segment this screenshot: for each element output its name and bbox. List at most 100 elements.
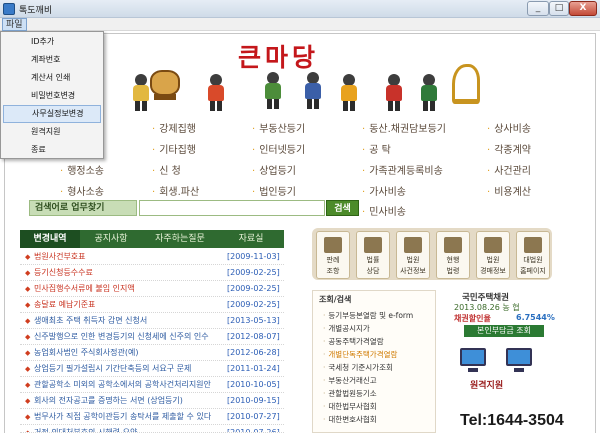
lookup-item[interactable]: · 대한법무사협회 — [323, 401, 377, 412]
list-item[interactable]: ◆ 신주발행으로 인한 변경등기의 신청세에 신주의 인수 [2012-08-07] — [20, 329, 284, 345]
lookup-item[interactable]: · 등기부등본열람 및 e-form — [323, 310, 413, 321]
category-item[interactable]: · 상업등기 — [252, 162, 296, 177]
list-item[interactable]: ◆ 법원사건부호표 [2009-11-03] — [20, 249, 284, 265]
menu-item-change-password[interactable]: 비밀번호변경 — [3, 87, 101, 105]
list-item[interactable]: ◆ 생애최초 주택 취득자 감면 신청서 [2013-05-13] — [20, 313, 284, 329]
category-item[interactable]: · 각종계약 — [487, 141, 531, 156]
category-item[interactable]: · 법인등기 — [252, 183, 296, 198]
harp-icon — [452, 64, 480, 104]
book-icon — [444, 237, 462, 253]
remote-support-widget[interactable]: 원격지원 — [456, 344, 546, 392]
monitor-icon — [506, 348, 532, 366]
service-court-case[interactable]: 법원 사건정보 — [396, 231, 430, 279]
remote-support-label: 원격지원 — [470, 381, 504, 391]
building-icon — [524, 237, 542, 253]
search-label: 검색어로 업무찾기 — [29, 200, 137, 216]
category-item[interactable]: · 형사소송 — [60, 183, 104, 198]
bond-rate-label: 채권할인율 — [454, 314, 491, 323]
category-item[interactable]: · 상사비송 — [487, 120, 531, 135]
figure-1 — [130, 74, 152, 112]
category-item[interactable]: · 민사비송 — [362, 203, 406, 218]
lookup-panel: 조회/검색 · 등기부등본열람 및 e-form · 개별공시지가 · 공동주택가격열… — [312, 290, 436, 433]
lookup-item[interactable]: · 국세청 기준시가조회 — [323, 362, 393, 373]
service-auction-info[interactable]: 법원 경매정보 — [476, 231, 510, 279]
service-supreme-court[interactable]: 대법원 홈페이지 — [516, 231, 550, 279]
tab-resources[interactable]: 자료실 — [218, 230, 284, 248]
maximize-button[interactable]: □ — [549, 1, 569, 16]
figure-6 — [383, 74, 405, 112]
list-item[interactable]: ◆ 회사의 전자공고를 증명하는 서면 (상업등기) [2010-09-15] — [20, 393, 284, 409]
category-item[interactable]: · 동산.채권담보등기 — [362, 120, 446, 135]
service-shortcuts: 판례 조항 법률 상담 법원 사건정보 현행 법령 법원 경매정보 대법원 홈페이지 — [312, 228, 552, 280]
news-list: ◆ 법원사건부호표 [2009-11-03] ◆ 등기신청등수수료 [2009-02-2… — [20, 249, 284, 433]
category-item[interactable]: · 부동산등기 — [252, 120, 305, 135]
phone-number: Tel:1644-3504 — [460, 412, 564, 429]
menu-item-account-number[interactable]: 계좌번호 — [3, 51, 101, 69]
bond-panel: 국민주택채권 2013.08.26 농 협 채권할인율 6.7544% 본인부담… — [452, 291, 562, 341]
category-item[interactable]: · 가사비송 — [362, 183, 406, 198]
figure-2 — [205, 74, 227, 112]
figure-7 — [418, 74, 440, 112]
category-item[interactable]: · 공 탁 — [362, 141, 391, 156]
folder-icon — [484, 237, 502, 253]
category-row-3: · 행정소송 · 신 청 · 상업등기 · 가족관계등록비송 · 사건관리 — [0, 162, 592, 180]
file-menu-dropdown: ID추가 계좌번호 계산서 인쇄 비밀번호변경 사무실정보변경 원격지원 종료 — [0, 31, 104, 159]
category-item[interactable]: · 사건관리 — [487, 162, 531, 177]
category-item[interactable]: · 가족관계등록비송 — [362, 162, 443, 177]
list-item[interactable]: ◆ 거정 의대처분호의 시해령 요약 [2010-07-26] — [20, 425, 284, 433]
scales-icon — [324, 237, 342, 253]
list-item[interactable]: ◆ 송달료 예납기준표 [2009-02-25] — [20, 297, 284, 313]
lookup-item[interactable]: · 개별공시지가 — [323, 323, 370, 334]
menu-item-add-id[interactable]: ID추가 — [3, 33, 101, 51]
drum-icon — [150, 66, 180, 100]
tab-faq[interactable]: 자주하는질문 — [142, 230, 218, 248]
close-button[interactable]: X — [569, 1, 597, 16]
tab-notices[interactable]: 공지사항 — [80, 230, 142, 248]
figure-5 — [338, 74, 360, 112]
service-case-law[interactable]: 판례 조항 — [316, 231, 350, 279]
menu-item-remote-support[interactable]: 원격지원 — [3, 123, 101, 141]
list-item[interactable]: ◆ 법무사가 직접 공학이관등기 송탁서를 제출할 수 있다 [2010-07-27… — [20, 409, 284, 425]
list-item[interactable]: ◆ 상업등기 필가설립시 기간단축등의 서요구 문제 [2011-01-24] — [20, 361, 284, 377]
bond-rate-value: 6.7544% — [516, 313, 555, 322]
list-item[interactable]: ◆ 등기신청등수수료 [2009-02-25] — [20, 265, 284, 281]
search-bar: 검색어로 업무찾기 검색 — [29, 200, 364, 216]
category-item[interactable]: · 강제집행 — [152, 120, 196, 135]
menu-item-change-office-info[interactable]: 사무실정보변경 — [3, 105, 101, 123]
lookup-item[interactable]: · 관할법원등기소 — [323, 388, 377, 399]
search-button[interactable]: 검색 — [326, 200, 359, 216]
menu-bar: 파일 — [0, 18, 600, 31]
minimize-button[interactable]: _ — [527, 1, 549, 16]
menu-item-print-invoice[interactable]: 계산서 인쇄 — [3, 69, 101, 87]
list-item[interactable]: ◆ 관할공학소 미외의 공학소에서의 공학사건처리지원안 [2010-10-05] — [20, 377, 284, 393]
figure-3 — [262, 72, 284, 110]
figure-4 — [302, 72, 324, 110]
lookup-item[interactable]: · 대한변호사협회 — [323, 414, 377, 425]
category-item[interactable]: · 신 청 — [152, 162, 181, 177]
category-item[interactable]: · 행정소송 — [60, 162, 104, 177]
lookup-item[interactable]: · 부동산거래신고 — [323, 375, 377, 386]
menu-item-exit[interactable]: 종료 — [3, 141, 101, 159]
search-input[interactable] — [139, 200, 325, 216]
list-item[interactable]: ◆ 민사집행수서류에 불임 인지액 [2009-02-25] — [20, 281, 284, 297]
bond-date: 2013.08.26 농 협 — [454, 303, 520, 312]
monitor-icon — [364, 237, 382, 253]
category-row-4: · 형사소송 · 회생.파산 · 법인등기 · 가사비송 · 비용계산 — [0, 183, 592, 201]
globe-icon — [404, 237, 422, 253]
notice-tabs: 변경내역 공지사항 자주하는질문 자료실 — [20, 230, 284, 248]
lookup-item[interactable]: · 개별단독주택가격열람 — [323, 349, 397, 360]
category-item[interactable]: · 비용계산 — [487, 183, 531, 198]
service-current-law[interactable]: 현행 법령 — [436, 231, 470, 279]
window-title: 톡도깨비 — [19, 6, 53, 16]
tab-change-history[interactable]: 변경내역 — [20, 230, 80, 248]
lookup-item[interactable]: · 공동주택가격열람 — [323, 336, 384, 347]
menu-file[interactable]: 파일 — [2, 18, 27, 31]
copay-lookup-button[interactable]: 본인부담금 조회 — [464, 325, 544, 337]
category-item[interactable]: · 회생.파산 — [152, 183, 199, 198]
lookup-title: 조회/검색 — [319, 295, 352, 304]
category-item[interactable]: · 기타집행 — [152, 141, 196, 156]
title-bar: 톡도깨비 _ □ X — [0, 0, 600, 18]
list-item[interactable]: ◆ 농업회사법인 주식회사정관(예) [2012-06-28] — [20, 345, 284, 361]
service-legal-consult[interactable]: 법률 상담 — [356, 231, 390, 279]
category-item[interactable]: · 인터넷등기 — [252, 141, 305, 156]
